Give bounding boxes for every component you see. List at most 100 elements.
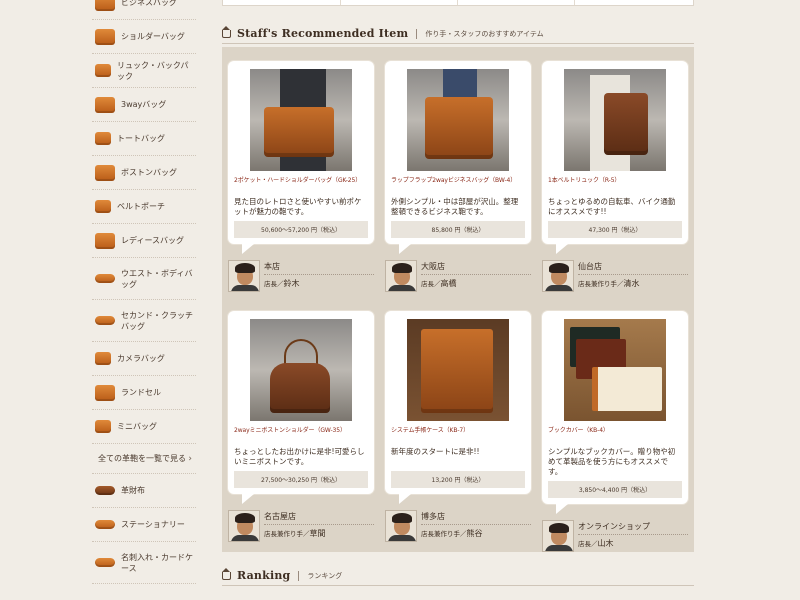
sidebar-item-camera-bag[interactable]: カメラバッグ xyxy=(92,342,196,376)
product-price: 27,500〜30,250 円（税込） xyxy=(234,471,368,488)
sidebar-item-tote-bag[interactable]: トートバッグ xyxy=(92,122,196,156)
sidebar-item-ladies-bag[interactable]: レディースバッグ xyxy=(92,224,196,258)
product-price: 50,600〜57,200 円（税込） xyxy=(234,221,368,238)
staff-info: 名古屋店 店長兼作り手／草間 xyxy=(228,510,374,546)
sidebar-item-label: カメラバッグ xyxy=(117,354,165,363)
product-bubble[interactable]: システム手帳ケース（KB-7） 新年度のスタートに是非!! 13,200 円（税… xyxy=(385,311,531,504)
previous-section-box xyxy=(222,0,694,6)
product-description: シンプルなブックカバー。贈り物や初めて革製品を使う方にもオススメです。 xyxy=(548,447,676,476)
view-all-bags-link[interactable]: 全ての革鞄を一覧で見る › xyxy=(92,444,196,474)
staff-info: 本店 店長／鈴木 xyxy=(228,260,374,296)
product-photo[interactable] xyxy=(250,69,352,171)
product-name[interactable]: 2wayミニボストンショルダー（GW-35） xyxy=(234,427,368,443)
sidebar-item-shoulder-bag[interactable]: ショルダーバッグ xyxy=(92,20,196,54)
staff-name: 高橋 xyxy=(440,279,457,288)
recommended-card[interactable]: ブックカバー（KB-4） シンプルなブックカバー。贈り物や初めて革製品を使う方に… xyxy=(542,311,688,556)
chevron-right-icon: › xyxy=(188,453,192,464)
section-title: Staff's Recommended Item xyxy=(237,27,409,40)
recommended-header: Staff's Recommended Item 作り手・スタッフのおすすめアイ… xyxy=(222,24,694,44)
wallet-icon xyxy=(95,486,115,495)
product-name[interactable]: ラップフラップ2wayビジネスバッグ（BW-4） xyxy=(391,177,525,193)
waist-bag-icon xyxy=(95,274,115,283)
product-photo[interactable] xyxy=(407,69,509,171)
product-bubble[interactable]: 1本ベルトリュック（R-5） ちょっとゆるめの自転車、バイク通勤にオススメです!… xyxy=(542,61,688,254)
sidebar-item-randoseru[interactable]: ランドセル xyxy=(92,376,196,410)
divider xyxy=(416,28,418,39)
recommended-card[interactable]: ラップフラップ2wayビジネスバッグ（BW-4） 外側シンプル・中は部屋が沢山。… xyxy=(385,61,531,296)
store-name: 本店 xyxy=(264,260,374,275)
store-name: 名古屋店 xyxy=(264,510,374,525)
product-bubble[interactable]: 2wayミニボストンショルダー（GW-35） ちょっとしたお出かけに是非!可愛ら… xyxy=(228,311,374,504)
sidebar-item-boston-bag[interactable]: ボストンバッグ xyxy=(92,156,196,190)
staff-name: 草間 xyxy=(309,529,326,538)
sidebar-item-clutch-bag[interactable]: セカンド・クラッチバッグ xyxy=(92,300,196,342)
sidebar-item-label: リュック・バックパック xyxy=(117,60,189,81)
crown-icon xyxy=(222,25,231,38)
sidebar-item-label: セカンド・クラッチバッグ xyxy=(121,310,193,331)
product-description: ちょっとしたお出かけに是非!可愛らしいミニボストンです。 xyxy=(234,447,365,466)
category-sidebar: ビジネスバッグ ショルダーバッグ リュック・バックパック 3wayバッグ トート… xyxy=(92,0,196,584)
sidebar-item-label: ベルトポーチ xyxy=(117,202,165,211)
sidebar-item-card-case[interactable]: 名刺入れ・カードケース xyxy=(92,542,196,584)
staff-info: 大阪店 店長／高橋 xyxy=(385,260,531,296)
clutch-bag-icon xyxy=(95,316,115,325)
ladies-bag-icon xyxy=(95,232,115,249)
store-name: 大阪店 xyxy=(421,260,531,275)
staff-role: 店長兼作り手 xyxy=(421,530,460,538)
sidebar-item-label: 名刺入れ・カードケース xyxy=(121,552,193,573)
staff-role: 店長 xyxy=(264,280,277,288)
recommended-card[interactable]: 1本ベルトリュック（R-5） ちょっとゆるめの自転車、バイク通勤にオススメです!… xyxy=(542,61,688,296)
product-photo[interactable] xyxy=(564,319,666,421)
card-case-icon xyxy=(95,558,115,567)
mini-bag-icon xyxy=(95,420,111,433)
sidebar-item-belt-pouch[interactable]: ベルトポーチ xyxy=(92,190,196,224)
sidebar-item-label: ランドセル xyxy=(121,388,161,397)
product-bubble[interactable]: ラップフラップ2wayビジネスバッグ（BW-4） 外側シンプル・中は部屋が沢山。… xyxy=(385,61,531,254)
product-price: 13,200 円（税込） xyxy=(391,471,525,488)
avatar xyxy=(228,260,260,292)
sidebar-item-waist-body-bag[interactable]: ウエスト・ボディバッグ xyxy=(92,258,196,300)
staff-role: 店長兼作り手 xyxy=(578,280,617,288)
view-all-label: 全ての革鞄を一覧で見る xyxy=(98,454,186,463)
sidebar-item-label: 革財布 xyxy=(121,486,145,495)
3way-bag-icon xyxy=(95,96,115,113)
sidebar-item-label: ミニバッグ xyxy=(117,422,157,431)
product-bubble[interactable]: ブックカバー（KB-4） シンプルなブックカバー。贈り物や初めて革製品を使う方に… xyxy=(542,311,688,514)
camera-bag-icon xyxy=(95,352,111,365)
product-photo[interactable] xyxy=(407,319,509,421)
staff-name: 山木 xyxy=(597,539,614,548)
product-bubble[interactable]: 2ポケット・ハードショルダーバッグ（GK-25） 見た目のレトロさと使いやすい前… xyxy=(228,61,374,254)
recommended-card[interactable]: 2ポケット・ハードショルダーバッグ（GK-25） 見た目のレトロさと使いやすい前… xyxy=(228,61,374,296)
recommended-card[interactable]: 2wayミニボストンショルダー（GW-35） ちょっとしたお出かけに是非!可愛ら… xyxy=(228,311,374,546)
sidebar-item-business-bag[interactable]: ビジネスバッグ xyxy=(92,0,196,20)
staff-name: 鈴木 xyxy=(283,279,300,288)
avatar xyxy=(385,260,417,292)
sidebar-item-3way-bag[interactable]: 3wayバッグ xyxy=(92,88,196,122)
recommended-card[interactable]: システム手帳ケース（KB-7） 新年度のスタートに是非!! 13,200 円（税… xyxy=(385,311,531,546)
product-price: 3,850〜4,400 円（税込） xyxy=(548,481,682,498)
sidebar-item-wallet[interactable]: 革財布 xyxy=(92,474,196,508)
staff-info: 博多店 店長兼作り手／熊谷 xyxy=(385,510,531,546)
staff-role: 店長 xyxy=(421,280,434,288)
randoseru-icon xyxy=(95,384,115,401)
business-bag-icon xyxy=(95,0,115,11)
product-name[interactable]: 1本ベルトリュック（R-5） xyxy=(548,177,682,193)
sidebar-item-mini-bag[interactable]: ミニバッグ xyxy=(92,410,196,444)
product-photo[interactable] xyxy=(250,319,352,421)
avatar xyxy=(542,520,574,552)
sidebar-item-label: ステーショナリー xyxy=(121,520,185,529)
sidebar-item-stationery[interactable]: ステーショナリー xyxy=(92,508,196,542)
section-subtitle: 作り手・スタッフのおすすめアイテム xyxy=(425,29,544,38)
ranking-header: Ranking ランキング xyxy=(222,566,694,586)
product-name[interactable]: ブックカバー（KB-4） xyxy=(548,427,682,443)
stationery-icon xyxy=(95,520,115,529)
product-name[interactable]: システム手帳ケース（KB-7） xyxy=(391,427,525,443)
sidebar-item-label: レディースバッグ xyxy=(121,236,185,245)
avatar xyxy=(542,260,574,292)
product-name[interactable]: 2ポケット・ハードショルダーバッグ（GK-25） xyxy=(234,177,368,193)
product-photo[interactable] xyxy=(564,69,666,171)
sidebar-item-backpack[interactable]: リュック・バックパック xyxy=(92,54,196,88)
staff-role: 店長兼作り手 xyxy=(264,530,303,538)
store-name: 博多店 xyxy=(421,510,531,525)
avatar xyxy=(228,510,260,542)
